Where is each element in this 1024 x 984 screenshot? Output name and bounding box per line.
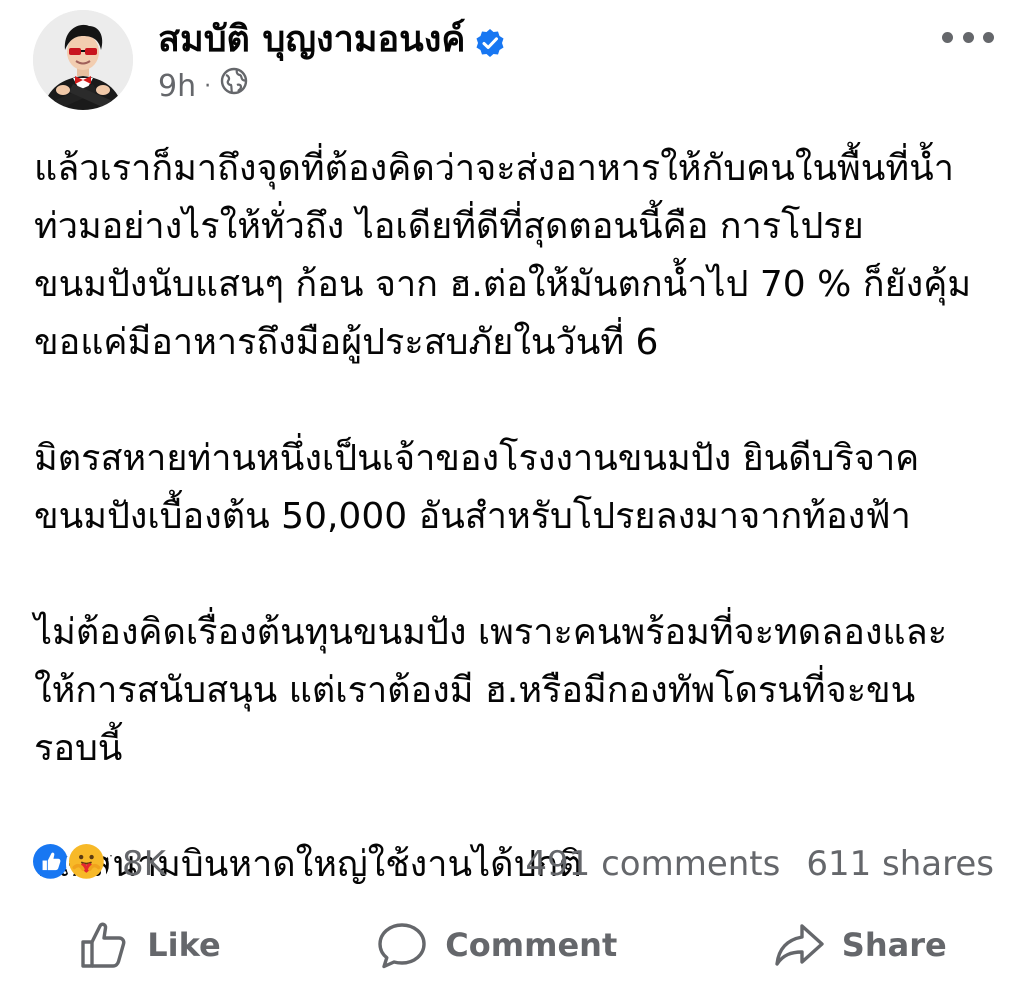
post-action-bar: Like Comment Share — [0, 905, 1024, 984]
avatar-image — [33, 10, 133, 110]
post-paragraph: ไม่ต้องคิดเรื่องต้นทุนขนมปัง เพราะคนพร้อ… — [34, 612, 948, 769]
post-meta: 9h · — [158, 66, 249, 107]
author-avatar[interactable] — [33, 10, 133, 110]
author-name[interactable]: สมบัติ บุญงามอนงค์ — [158, 18, 465, 62]
globe-icon[interactable] — [219, 66, 249, 107]
facebook-post: สมบัติ บุญงามอนงค์ 9h · แล้วเราก็มาถึงจุ… — [0, 0, 1024, 984]
more-dot-icon — [983, 31, 994, 43]
comments-count-link[interactable]: 491 comments — [525, 844, 780, 884]
share-arrow-icon — [775, 924, 824, 966]
shares-count-link[interactable]: 611 shares — [806, 844, 994, 884]
more-dot-icon — [962, 31, 974, 43]
post-body: แล้วเราก็มาถึงจุดที่ต้องคิดว่าจะส่งอาหาร… — [34, 140, 1004, 894]
reactions-summary[interactable]: 8K — [30, 841, 166, 887]
thumbs-up-icon — [81, 922, 126, 968]
more-dot-icon — [942, 31, 953, 43]
like-button-label: Like — [147, 926, 221, 964]
post-stats: 8K 491 comments 611 shares — [30, 836, 994, 892]
post-paragraph: แล้วเราก็มาถึงจุดที่ต้องคิดว่าจะส่งอาหาร… — [34, 148, 972, 363]
comment-button[interactable]: Comment — [355, 918, 637, 972]
author-name-row: สมบัติ บุญงามอนงค์ — [158, 18, 505, 62]
post-paragraph: มิตรสหายท่านหนึ่งเป็นเจ้าของโรงงานขนมปัง… — [34, 438, 920, 537]
more-options-button[interactable] — [942, 22, 994, 52]
post-timestamp[interactable]: 9h — [158, 67, 196, 107]
like-button[interactable]: Like — [57, 918, 240, 972]
comment-button-label: Comment — [445, 926, 618, 964]
care-reaction-icon — [66, 841, 112, 887]
reactions-count: 8K — [122, 844, 166, 884]
meta-separator: · — [204, 73, 212, 99]
engagement-counts: 491 comments 611 shares — [525, 844, 994, 884]
comment-bubble-icon — [378, 923, 426, 969]
share-button-label: Share — [841, 926, 947, 964]
verified-badge-icon — [475, 25, 505, 57]
share-button[interactable]: Share — [752, 918, 967, 972]
